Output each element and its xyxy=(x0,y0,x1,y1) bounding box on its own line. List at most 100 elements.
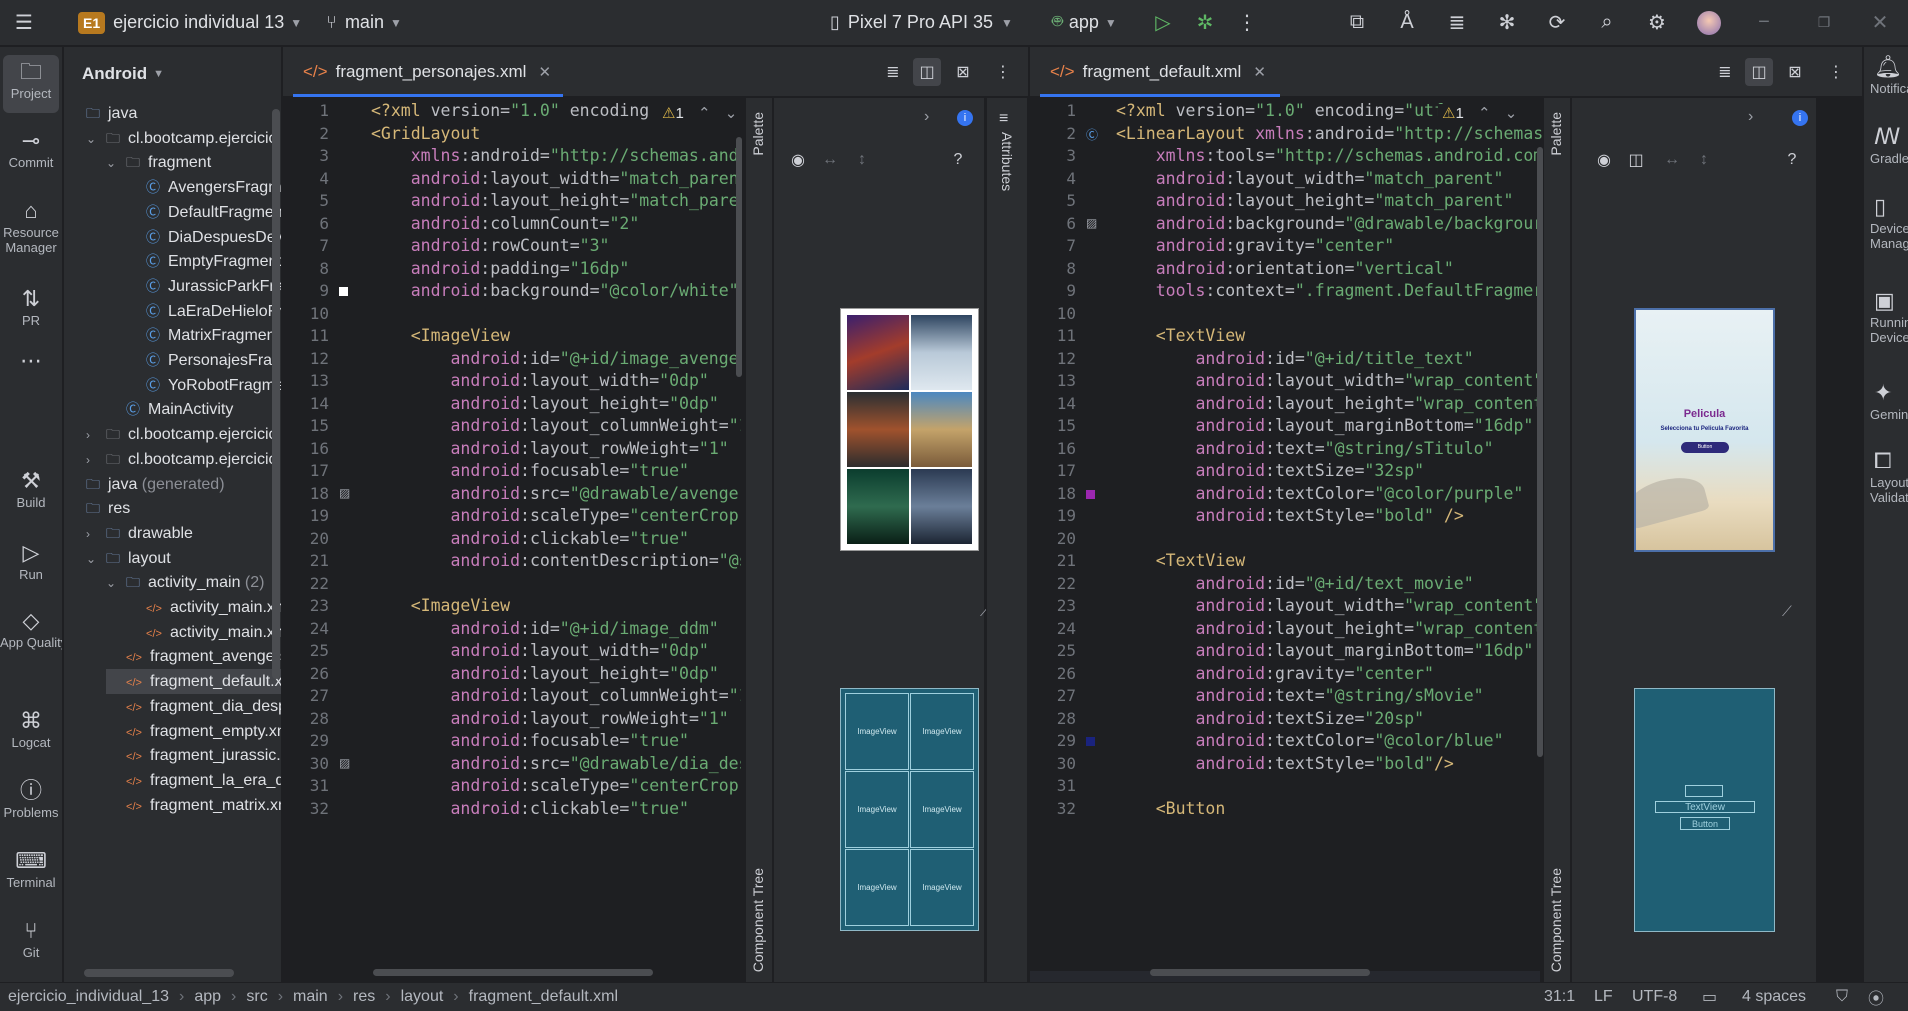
file-item[interactable]: </> fragment_dia_despues.xml xyxy=(106,694,281,719)
folder-item[interactable]: ⌄ 🗀 layout xyxy=(86,546,281,572)
close-tab-icon[interactable]: ✕ xyxy=(538,64,551,81)
chevron-right-icon[interactable]: › xyxy=(86,448,102,473)
tool-terminal[interactable]: ⌨ Terminal xyxy=(0,847,62,890)
code-hscrollbar[interactable] xyxy=(1150,969,1370,976)
folder-item[interactable]: › 🗀 cl.bootcamp.ejercicio xyxy=(86,447,281,473)
inspection-widget[interactable]: ⚠1 ⌃ ⌄ xyxy=(1438,104,1522,122)
more-actions-icon[interactable]: ⋮ xyxy=(1233,8,1261,36)
vertical-resize-icon[interactable]: ↕ xyxy=(848,146,876,174)
image-preview-icon[interactable]: ▨ xyxy=(339,756,350,770)
resize-handle-icon[interactable]: ⟋ xyxy=(1782,603,1792,620)
device-explorer-icon[interactable]: ⧉ xyxy=(1343,8,1371,36)
chevron-right-icon[interactable]: › xyxy=(1748,108,1753,126)
close-tab-icon[interactable]: ✕ xyxy=(1253,64,1266,81)
class-item[interactable]: Ⓒ PersonajesFragment xyxy=(126,348,281,373)
tab-fragment-personajes[interactable]: </> fragment_personajes.xml ✕ xyxy=(291,47,551,97)
poster-dia-despues[interactable] xyxy=(910,315,972,390)
more-icon[interactable]: ⋮ xyxy=(989,58,1017,86)
breakpoint-marker[interactable] xyxy=(339,287,348,296)
blueprint-preview[interactable]: TextView Button xyxy=(1634,688,1775,932)
breadcrumb-item[interactable]: layout xyxy=(401,988,444,1006)
eye-icon[interactable]: ◉ xyxy=(784,146,812,174)
image-preview-icon[interactable]: ▨ xyxy=(339,486,350,500)
folder-item[interactable]: ⌄ 🗀 activity_main (2) xyxy=(106,570,281,596)
tool-device-manager[interactable]: ▯Device Manager xyxy=(1864,193,1908,251)
run-icon[interactable]: ▷ xyxy=(1149,8,1177,36)
folder-item[interactable]: › 🗀 cl.bootcamp.ejercicio xyxy=(86,422,281,447)
breadcrumb-item[interactable]: main xyxy=(293,988,328,1006)
debug-icon[interactable]: ✲ xyxy=(1191,8,1219,36)
file-encoding[interactable]: UTF-8 xyxy=(1632,988,1677,1006)
git-status-icon[interactable]: ⦿ xyxy=(1868,985,1884,1009)
class-reference-icon[interactable]: Ⓒ xyxy=(1086,126,1098,143)
folder-item[interactable]: 🗀 java (generated) xyxy=(66,472,281,497)
device-preview-grid[interactable] xyxy=(840,308,979,551)
tab-fragment-default[interactable]: </> fragment_default.xml ✕ xyxy=(1038,47,1266,97)
blueprint-preview[interactable]: ImageView ImageView ImageView ImageView Imag… xyxy=(840,688,979,931)
device-selector[interactable]: ▯ Pixel 7 Pro API 35 ▼ xyxy=(820,0,1023,46)
close-icon[interactable]: ✕ xyxy=(1866,8,1894,36)
project-view-selector[interactable]: Android ▼ xyxy=(64,47,281,101)
chevron-right-icon[interactable]: › xyxy=(924,108,929,126)
inspection-widget[interactable]: ⚠1 ⌃ ⌄ xyxy=(658,104,742,122)
code-hscrollbar[interactable] xyxy=(373,969,653,976)
class-item[interactable]: Ⓒ JurassicParkFragment xyxy=(126,274,281,299)
class-item[interactable]: Ⓒ MatrixFragment xyxy=(126,323,281,348)
horizontal-resize-icon[interactable]: ↔ xyxy=(1658,146,1686,174)
chevron-down-icon[interactable]: ⌄ xyxy=(86,127,102,152)
tool-commit[interactable]: ⊸ Commit xyxy=(0,127,62,170)
project-scrollbar[interactable] xyxy=(272,109,280,679)
file-item[interactable]: </> fragment_empty.xml xyxy=(106,719,281,744)
task-list-icon[interactable]: ≣ xyxy=(1443,8,1471,36)
info-icon[interactable]: i xyxy=(1792,110,1808,126)
file-item[interactable]: </> fragment_la_era_de.xml xyxy=(106,768,281,793)
tool-notifications[interactable]: 🔔︎Notifications xyxy=(1864,53,1908,96)
search-icon[interactable]: ⌕ xyxy=(1593,8,1621,36)
component-tree-tab[interactable]: Component Tree xyxy=(750,868,766,972)
class-item[interactable]: Ⓒ AvengersFragment xyxy=(126,175,281,200)
chevron-down-icon[interactable]: ⌄ xyxy=(106,571,122,596)
folder-item[interactable]: › 🗀 drawable xyxy=(86,521,281,546)
code-scrollbar[interactable] xyxy=(736,137,742,377)
tool-gemini[interactable]: ✦ Gemini xyxy=(1864,379,1908,422)
lock-icon[interactable]: ⛉ xyxy=(1836,988,1848,1006)
chevron-down-icon[interactable]: ⌄ xyxy=(86,547,102,572)
class-item[interactable]: Ⓒ MainActivity xyxy=(106,397,281,422)
breadcrumb-item[interactable]: ejercicio_individual_13 xyxy=(8,988,169,1006)
file-item[interactable]: </> activity_main.xml xyxy=(126,620,281,645)
eye-icon[interactable]: ◉ xyxy=(1590,146,1618,174)
poster-yo-robot[interactable] xyxy=(910,469,972,544)
split-view-icon[interactable]: ◫ xyxy=(1745,58,1773,86)
tool-gradle[interactable]: ꟿ Gradle xyxy=(1864,123,1908,166)
color-swatch-purple[interactable] xyxy=(1086,489,1095,499)
split-view-icon[interactable]: ◫ xyxy=(913,58,941,86)
tool-build[interactable]: ⚒ Build xyxy=(0,467,62,510)
tool-pr[interactable]: ⇅ PR xyxy=(0,285,62,328)
file-item[interactable]: </> fragment_jurassic.xml xyxy=(106,743,281,768)
run-config-selector[interactable]: 🤖︎ app ▼ xyxy=(1042,0,1127,46)
avatar[interactable] xyxy=(1697,11,1721,35)
maximize-icon[interactable]: ❐ xyxy=(1810,8,1838,36)
minimize-icon[interactable]: − xyxy=(1750,8,1778,36)
breadcrumb-item[interactable]: src xyxy=(246,988,267,1006)
file-item[interactable]: </> fragment_default.xml xyxy=(106,669,281,695)
tool-app-quality[interactable]: ◇App Quality Insights xyxy=(0,607,62,650)
tool-project[interactable]: 🗀 Project xyxy=(3,55,59,113)
palette-tab[interactable]: Palette xyxy=(750,112,766,156)
file-item[interactable]: </> activity_main.xml xyxy=(126,595,281,620)
breadcrumb-item[interactable]: app xyxy=(194,988,221,1006)
tool-running-devices[interactable]: ▣Running Devices xyxy=(1864,287,1908,345)
class-item[interactable]: Ⓒ LaEraDeHieloFragment xyxy=(126,299,281,324)
more-tools-button[interactable]: ⋯ xyxy=(0,347,62,375)
file-item[interactable]: </> fragment_avengers.xml xyxy=(106,644,281,669)
design-view-icon[interactable]: ⊠ xyxy=(1781,58,1809,86)
help-icon[interactable]: ? xyxy=(944,146,972,174)
breadcrumb-item[interactable]: res xyxy=(353,988,375,1006)
help-icon[interactable]: ? xyxy=(1778,146,1806,174)
poster-matrix[interactable] xyxy=(847,469,909,544)
tool-run[interactable]: ▷ Run xyxy=(0,539,62,582)
tool-git[interactable]: ⑂ Git xyxy=(0,917,62,960)
tool-logcat[interactable]: ⌘ Logcat xyxy=(0,707,62,750)
device-preview[interactable]: Pelicula Selecciona tu Pelicula Favorita… xyxy=(1634,308,1775,552)
folder-item[interactable]: ⌄ 🗀 cl.bootcamp.ejercicio xyxy=(86,126,281,152)
